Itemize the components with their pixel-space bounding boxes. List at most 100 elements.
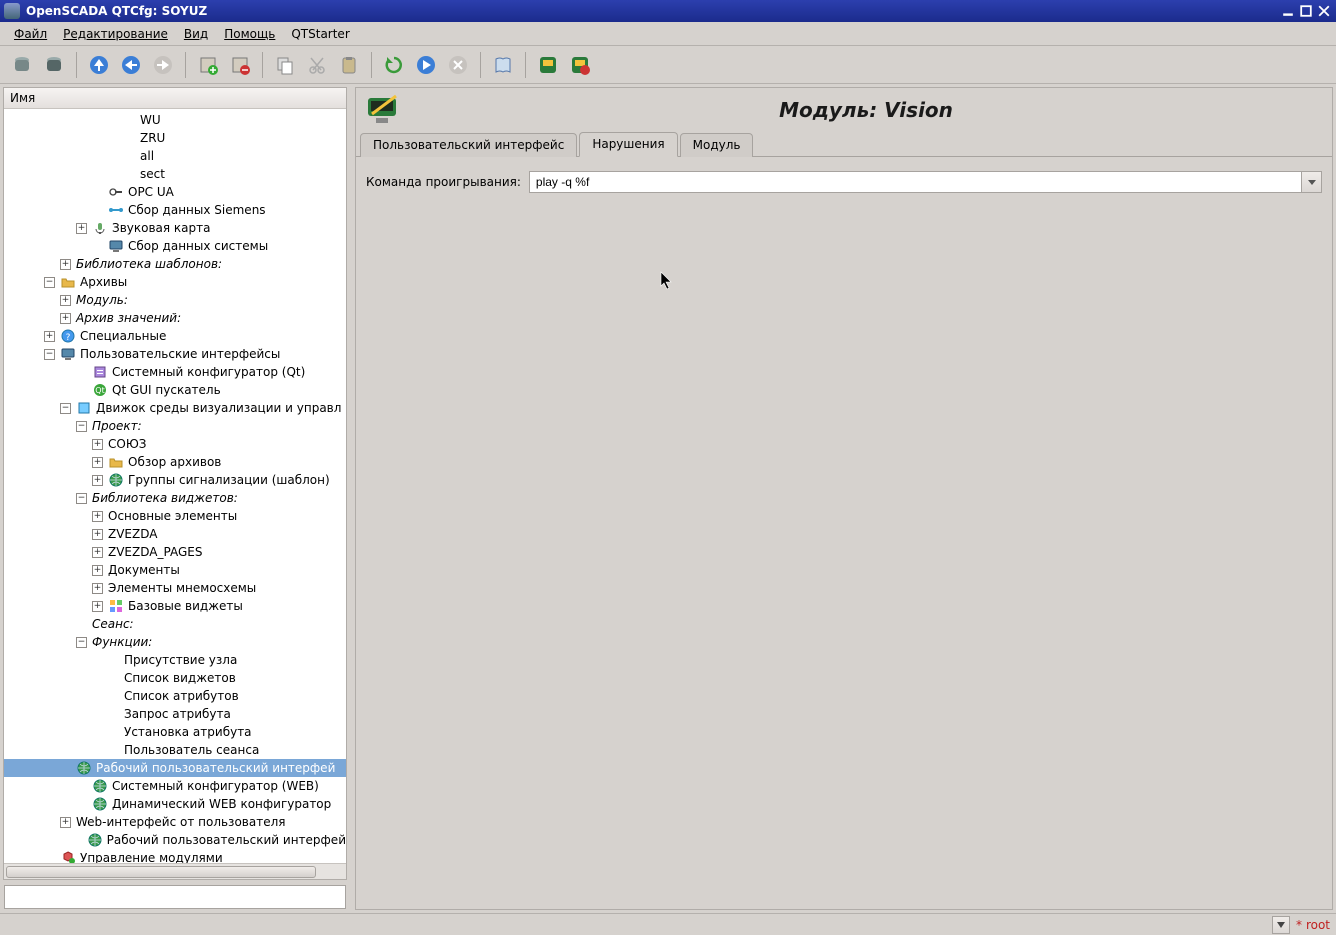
maximize-button[interactable] (1298, 3, 1314, 19)
tree-item[interactable]: +ZVEZDA_PAGES (4, 543, 346, 561)
tree-item[interactable]: WU (4, 111, 346, 129)
expand-icon[interactable]: + (92, 439, 103, 450)
tree-item[interactable]: +СОЮЗ (4, 435, 346, 453)
tree-item[interactable]: +Базовые виджеты (4, 597, 346, 615)
play-command-dropdown[interactable] (1301, 172, 1321, 192)
tree-item[interactable]: +Архив значений: (4, 309, 346, 327)
tab-module[interactable]: Модуль (680, 133, 754, 157)
collapse-icon[interactable]: − (76, 637, 87, 648)
tree-item[interactable]: QtQt GUI пускатель (4, 381, 346, 399)
db-load-icon[interactable] (7, 50, 37, 80)
db-save-icon[interactable] (39, 50, 69, 80)
tree-item[interactable]: Присутствие узла (4, 651, 346, 669)
copy-icon[interactable] (270, 50, 300, 80)
manual-icon[interactable] (488, 50, 518, 80)
tree-item[interactable]: OPC UA (4, 183, 346, 201)
tree-item[interactable]: +Документы (4, 561, 346, 579)
menu-edit[interactable]: Редактирование (55, 24, 176, 44)
expand-icon[interactable]: + (60, 817, 71, 828)
minimize-button[interactable] (1280, 3, 1296, 19)
status-dropdown[interactable] (1272, 916, 1290, 934)
expand-icon[interactable]: + (92, 583, 103, 594)
expand-icon[interactable]: + (92, 565, 103, 576)
tree-item[interactable]: −Архивы (4, 273, 346, 291)
tree-item[interactable]: Управление модулями (4, 849, 346, 863)
tree-item[interactable]: Пользователь сеанса (4, 741, 346, 759)
close-button[interactable] (1316, 3, 1332, 19)
tab-violations[interactable]: Нарушения (579, 132, 677, 157)
tree-item[interactable]: −Библиотека виджетов: (4, 489, 346, 507)
vision-run-icon[interactable] (565, 50, 595, 80)
cut-icon[interactable] (302, 50, 332, 80)
tree-filter-input[interactable] (4, 885, 346, 909)
expand-icon[interactable]: + (92, 547, 103, 558)
status-user[interactable]: root (1306, 918, 1330, 932)
expand-icon[interactable]: + (76, 223, 87, 234)
expand-icon[interactable]: + (44, 331, 55, 342)
collapse-icon[interactable]: − (44, 349, 55, 360)
play-command-input[interactable] (530, 172, 1301, 192)
expand-icon[interactable]: + (60, 313, 71, 324)
paste-icon[interactable] (334, 50, 364, 80)
collapse-icon[interactable]: − (60, 403, 71, 414)
collapse-icon[interactable]: − (44, 277, 55, 288)
tree-view[interactable]: WUZRUallsectOPC UAСбор данных Siemens+Зв… (4, 109, 346, 863)
tree-item[interactable]: Установка атрибута (4, 723, 346, 741)
tree-item[interactable]: +Web-интерфейс от пользователя (4, 813, 346, 831)
expand-icon[interactable]: + (60, 295, 71, 306)
nav-forward-icon[interactable] (148, 50, 178, 80)
tree-item[interactable]: +ZVEZDA (4, 525, 346, 543)
tree-item[interactable]: Сбор данных системы (4, 237, 346, 255)
menu-qtstarter[interactable]: QTStarter (283, 24, 357, 44)
expand-icon[interactable]: + (92, 529, 103, 540)
mic-icon (92, 220, 108, 236)
tree-item[interactable]: Системный конфигуратор (WEB) (4, 777, 346, 795)
vision-dev-icon[interactable] (533, 50, 563, 80)
expand-icon[interactable]: + (92, 457, 103, 468)
run-icon[interactable] (411, 50, 441, 80)
item-delete-icon[interactable] (225, 50, 255, 80)
tree-item[interactable]: −Функции: (4, 633, 346, 651)
tree-item[interactable]: −Движок среды визуализации и управл (4, 399, 346, 417)
tree-item[interactable]: sect (4, 165, 346, 183)
tree-item[interactable]: +?Специальные (4, 327, 346, 345)
menu-file[interactable]: Файл (6, 24, 55, 44)
tree-item[interactable]: Динамический WEB конфигуратор (4, 795, 346, 813)
menu-help[interactable]: Помощь (216, 24, 283, 44)
tree-item[interactable]: Запрос атрибута (4, 705, 346, 723)
nav-back-icon[interactable] (116, 50, 146, 80)
tab-ui[interactable]: Пользовательский интерфейс (360, 133, 577, 157)
nav-up-icon[interactable] (84, 50, 114, 80)
tree-item[interactable]: +Основные элементы (4, 507, 346, 525)
tree-item[interactable]: Список атрибутов (4, 687, 346, 705)
tree-item[interactable]: Сеанс: (4, 615, 346, 633)
tree-item[interactable]: Рабочий пользовательский интерфей (4, 759, 346, 777)
tree-item[interactable]: all (4, 147, 346, 165)
refresh-icon[interactable] (379, 50, 409, 80)
tree-item[interactable]: −Проект: (4, 417, 346, 435)
play-command-combo[interactable] (529, 171, 1322, 193)
expand-icon[interactable]: + (92, 475, 103, 486)
tree-item[interactable]: +Модуль: (4, 291, 346, 309)
tree-item[interactable]: ZRU (4, 129, 346, 147)
expand-icon[interactable]: + (60, 259, 71, 270)
menu-view[interactable]: Вид (176, 24, 216, 44)
collapse-icon[interactable]: − (76, 493, 87, 504)
tree-item[interactable]: +Элементы мнемосхемы (4, 579, 346, 597)
expand-icon[interactable]: + (92, 601, 103, 612)
tree-item[interactable]: +Звуковая карта (4, 219, 346, 237)
tree-item[interactable]: Рабочий пользовательский интерфей (4, 831, 346, 849)
tree-hscrollbar[interactable] (4, 863, 346, 879)
tree-header[interactable]: Имя (4, 88, 346, 109)
tree-item[interactable]: +Библиотека шаблонов: (4, 255, 346, 273)
tree-item[interactable]: Список виджетов (4, 669, 346, 687)
expand-icon[interactable]: + (92, 511, 103, 522)
tree-item[interactable]: +Группы сигнализации (шаблон) (4, 471, 346, 489)
tree-item[interactable]: +Обзор архивов (4, 453, 346, 471)
tree-item[interactable]: −Пользовательские интерфейсы (4, 345, 346, 363)
tree-item[interactable]: Системный конфигуратор (Qt) (4, 363, 346, 381)
stop-icon[interactable] (443, 50, 473, 80)
item-add-icon[interactable] (193, 50, 223, 80)
tree-item[interactable]: Сбор данных Siemens (4, 201, 346, 219)
collapse-icon[interactable]: − (76, 421, 87, 432)
